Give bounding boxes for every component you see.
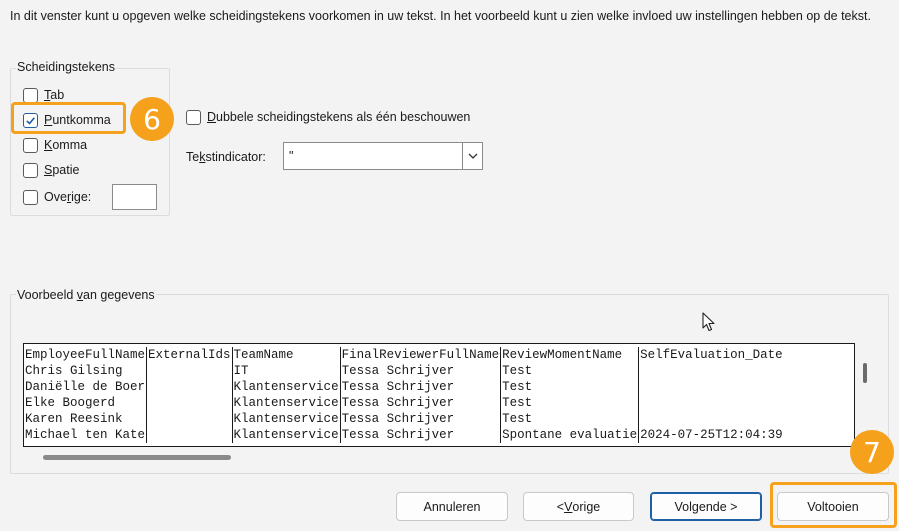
table-cell: Elke Boogerd (25, 396, 116, 410)
cancel-button[interactable]: Annuleren (396, 492, 508, 521)
text-qualifier-value: " (289, 149, 294, 163)
table-row: Elke Boogerd Klantenservice Tessa Schrijve… (24, 395, 784, 411)
table-cell: 2024-07-25T12:04:39 (638, 427, 784, 443)
table-row: Michael ten Kate Klantenservice Tessa Schr… (24, 427, 784, 443)
table-cell: TeamName (231, 347, 341, 363)
table-cell: Tessa Schrijver (339, 363, 501, 379)
checkbox-box[interactable] (23, 162, 38, 178)
table-cell (638, 363, 784, 379)
text-qualifier-label: Tekstindicator: (186, 150, 266, 164)
table-cell: SelfEvaluation_Date (638, 347, 784, 363)
table-cell: EmployeeFullName (25, 348, 146, 362)
table-cell: Chris Gilsing (25, 364, 123, 378)
table-cell: Klantenservice (231, 411, 341, 427)
table-cell: Tessa Schrijver (339, 379, 501, 395)
checkbox-comma-label: Komma (44, 138, 88, 152)
text-qualifier-select[interactable]: " (283, 142, 483, 170)
table-cell (146, 411, 233, 427)
checkbox-space-label: Spatie (44, 163, 80, 177)
checkbox-consecutive-delimiters[interactable]: Dubbele scheidingstekens als één beschou… (186, 106, 470, 128)
table-cell: IT (231, 363, 341, 379)
mouse-pointer-icon (702, 312, 715, 332)
table-cell: FinalReviewerFullName (339, 347, 501, 363)
table-cell: Test (500, 411, 639, 427)
checkbox-tab-label: Tab (44, 88, 65, 102)
checkbox-box[interactable] (23, 189, 38, 205)
intro-text: In dit venster kunt u opgeven welke sche… (10, 9, 871, 23)
next-button[interactable]: Vol g ende > (650, 492, 762, 521)
table-cell (146, 379, 233, 395)
table-cell (638, 411, 784, 427)
table-cell: Klantenservice (231, 379, 341, 395)
checkbox-other-label: Overige: (44, 190, 92, 204)
back-button[interactable]: < Vorige (523, 492, 634, 521)
step-6-badge: 6 (130, 97, 174, 141)
table-cell: Daniëlle de Boer (25, 380, 146, 394)
table-cell: Tessa Schrijver (339, 411, 501, 427)
table-cell (638, 395, 784, 411)
checkbox-space[interactable]: Spatie (23, 159, 79, 181)
table-cell: Klantenservice (231, 395, 341, 411)
horizontal-scrollbar-thumb[interactable] (43, 455, 231, 460)
table-cell: Klantenservice (231, 427, 341, 443)
preview-header-row: EmployeeFullName ExternalIds TeamName Final… (24, 347, 784, 363)
delimiters-group-title: Scheidingstekens (16, 60, 116, 74)
table-row: Karen Reesink Klantenservice Tessa Schrijv… (24, 411, 784, 427)
table-cell: Test (500, 379, 639, 395)
table-cell: Tessa Schrijver (339, 427, 501, 443)
table-cell: Test (500, 363, 639, 379)
checkbox-box[interactable] (186, 109, 201, 125)
table-cell (146, 363, 233, 379)
chevron-down-icon[interactable] (462, 143, 482, 169)
checkbox-other[interactable]: Overige: (23, 186, 91, 208)
table-cell (146, 427, 233, 443)
checkbox-box[interactable] (23, 87, 38, 103)
preview-group-title: Voorbeeld van gegevens (16, 288, 156, 302)
finish-highlight (770, 482, 897, 528)
preview-table: EmployeeFullName ExternalIds TeamName Final… (24, 347, 784, 443)
table-cell: Spontane evaluatie (500, 427, 639, 443)
table-row: Chris Gilsing IT Tessa Schrijver Test (24, 363, 784, 379)
table-cell: Tessa Schrijver (339, 395, 501, 411)
table-cell: Karen Reesink (25, 412, 123, 426)
table-cell: Test (500, 395, 639, 411)
vertical-scrollbar-thumb[interactable] (863, 363, 867, 383)
table-cell (146, 395, 233, 411)
table-cell: ExternalIds (146, 347, 233, 363)
table-cell (638, 379, 784, 395)
table-cell: ReviewMomentName (500, 347, 639, 363)
checkbox-box[interactable] (23, 137, 38, 153)
step-7-badge: 7 (850, 430, 894, 474)
checkbox-comma[interactable]: Komma (23, 134, 87, 156)
other-delimiter-input[interactable] (112, 184, 157, 210)
semicolon-highlight (11, 102, 126, 134)
table-cell: Michael ten Kate (25, 428, 146, 442)
data-preview[interactable]: EmployeeFullName ExternalIds TeamName Final… (23, 343, 855, 447)
checkbox-consecutive-label: Dubbele scheidingstekens als één beschou… (207, 110, 471, 124)
table-row: Daniëlle de Boer Klantenservice Tessa Schr… (24, 379, 784, 395)
